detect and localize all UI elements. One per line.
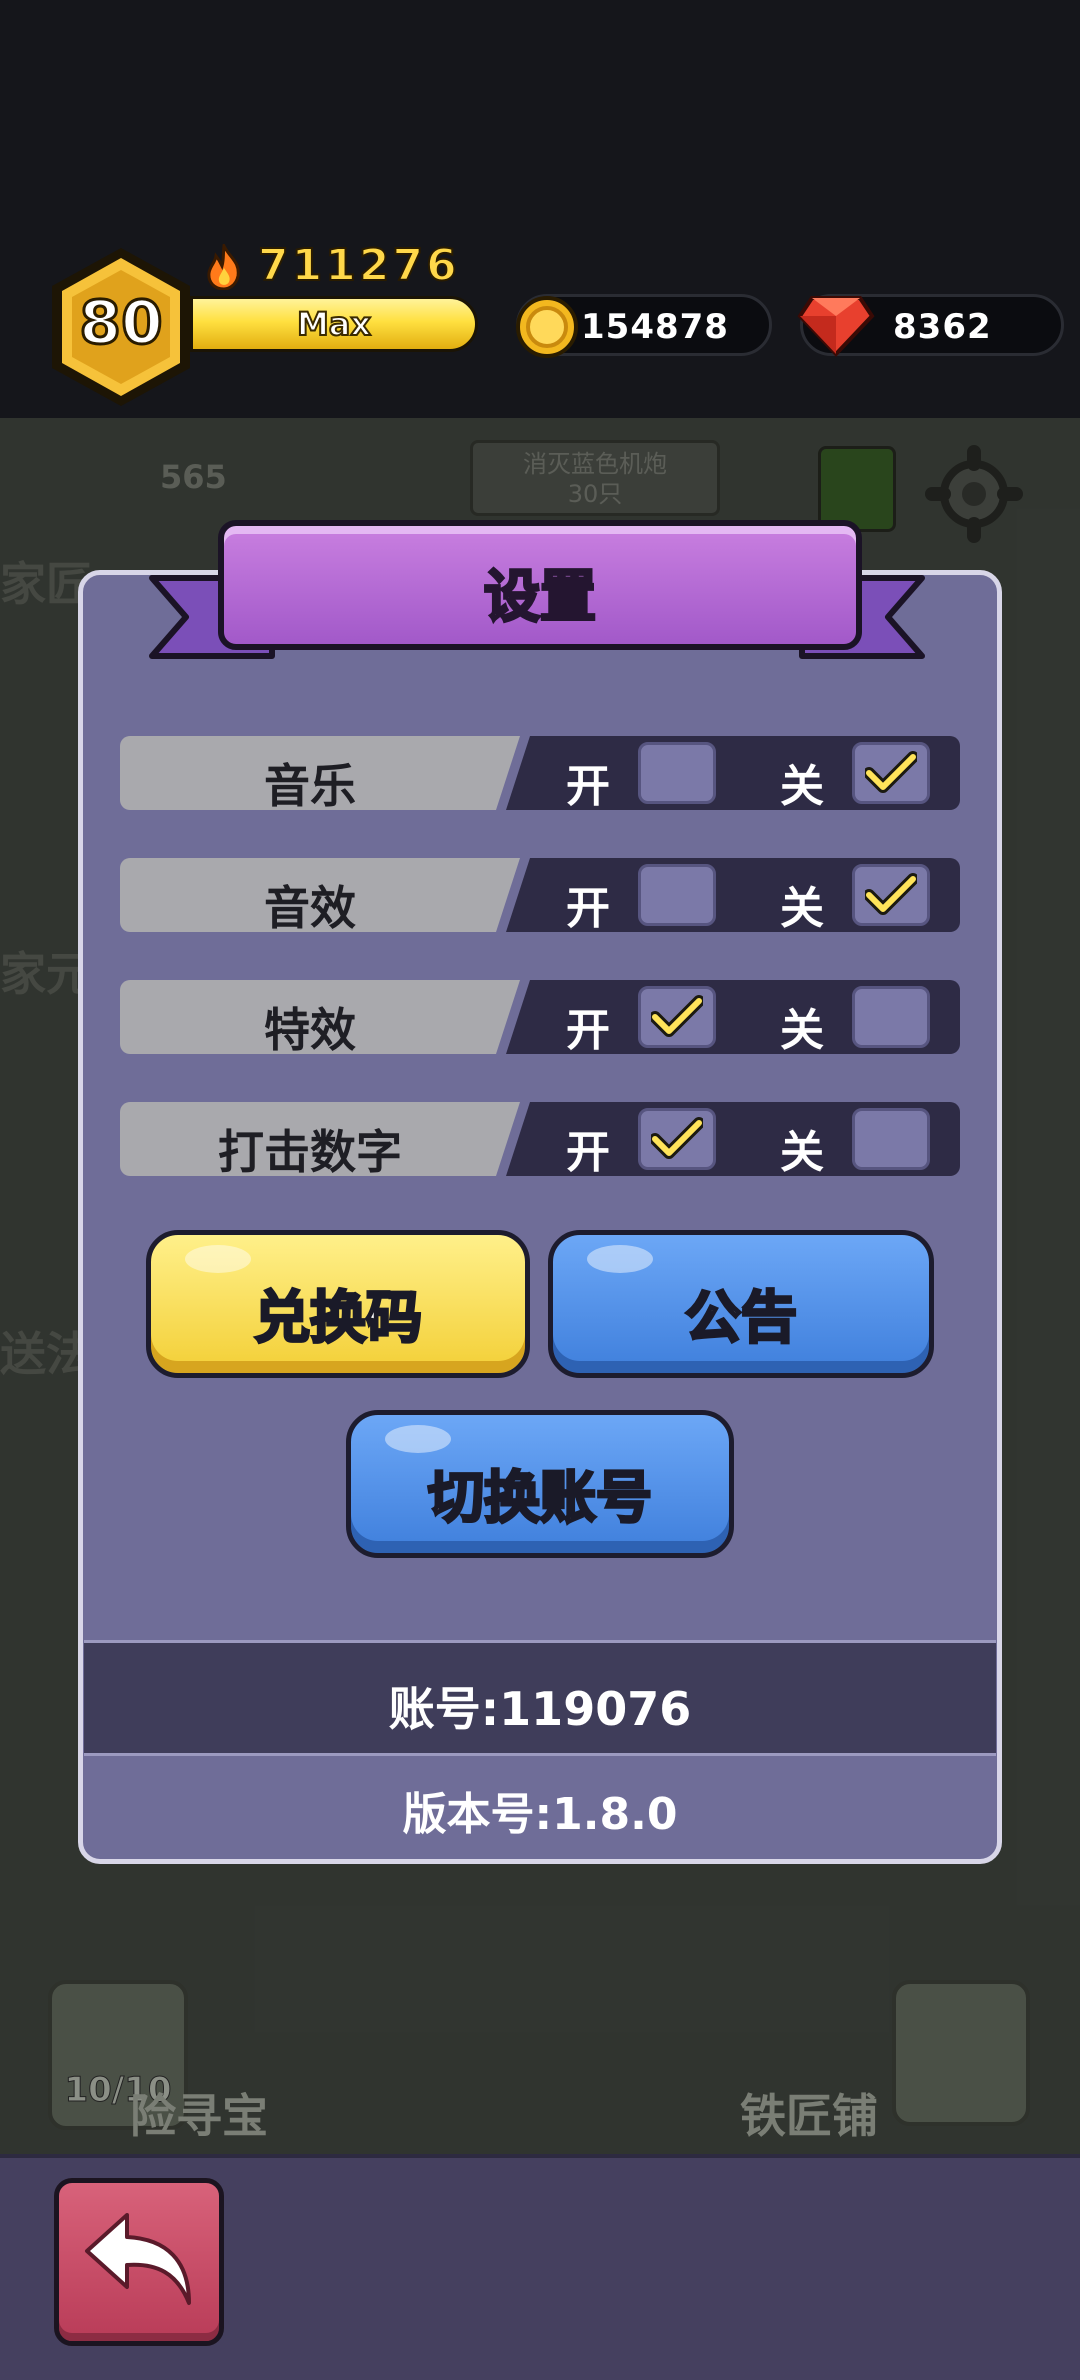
exp-bar: Max <box>190 296 478 352</box>
switch-account-button[interactable]: 切换账号 <box>346 1410 734 1558</box>
check-icon <box>865 873 917 915</box>
exp-label: Max <box>296 304 372 344</box>
on-label: 开 <box>566 883 610 934</box>
setting-row-damage-numbers: 打击数字 开 关 <box>120 1102 960 1179</box>
off-label: 关 <box>780 883 824 934</box>
power-value: 711276 <box>257 239 460 292</box>
notice-button[interactable]: 公告 <box>548 1230 934 1378</box>
return-arrow-icon <box>85 2213 191 2305</box>
settings-title: 设置 <box>483 564 598 632</box>
on-label: 开 <box>566 1127 610 1178</box>
damage-numbers-on-checkbox[interactable] <box>638 1108 716 1170</box>
account-id: 账号:119076 <box>388 1682 692 1736</box>
gem-icon <box>796 292 876 358</box>
top-hud: 80 711276 Max 154878 8362 <box>0 0 1080 418</box>
switch-account-label: 切换账号 <box>427 1465 654 1533</box>
version-number: 版本号:1.8.0 <box>402 1789 678 1840</box>
settings-title-banner: 设置 <box>142 520 932 680</box>
setting-row-effects: 特效 开 关 <box>120 980 960 1057</box>
check-icon <box>865 751 917 793</box>
setting-label-sound: 音效 <box>264 881 356 935</box>
smith-label: 铁匠铺 <box>740 2089 878 2143</box>
notice-label: 公告 <box>684 1285 799 1353</box>
setting-label-damage-numbers: 打击数字 <box>218 1125 402 1179</box>
back-button[interactable] <box>54 2178 224 2346</box>
account-strip: 账号:119076 <box>84 1640 996 1756</box>
check-icon <box>651 1117 703 1159</box>
effects-on-checkbox[interactable] <box>638 986 716 1048</box>
setting-row-sound: 音效 开 关 <box>120 858 960 935</box>
effects-off-checkbox[interactable] <box>852 986 930 1048</box>
damage-numbers-off-checkbox[interactable] <box>852 1108 930 1170</box>
on-label: 开 <box>566 1005 610 1056</box>
off-label: 关 <box>780 761 824 812</box>
sound-on-checkbox[interactable] <box>638 864 716 926</box>
redeem-code-label: 兑换码 <box>253 1285 424 1353</box>
redeem-code-button[interactable]: 兑换码 <box>146 1230 530 1378</box>
title-plate: 设置 <box>218 520 862 650</box>
fire-icon <box>204 241 244 291</box>
gem-value: 8362 <box>893 307 992 347</box>
off-label: 关 <box>780 1127 824 1178</box>
check-icon <box>651 995 703 1037</box>
level-badge: 80 <box>46 244 196 410</box>
adventure-label: 险寻宝 <box>130 2089 268 2143</box>
music-on-checkbox[interactable] <box>638 742 716 804</box>
gold-value: 154878 <box>581 307 729 347</box>
setting-row-music: 音乐 开 关 <box>120 736 960 813</box>
setting-label-music: 音乐 <box>264 759 356 813</box>
on-label: 开 <box>566 761 610 812</box>
music-off-checkbox[interactable] <box>852 742 930 804</box>
sound-off-checkbox[interactable] <box>852 864 930 926</box>
setting-label-effects: 特效 <box>264 1003 356 1057</box>
coin-icon <box>514 294 580 360</box>
smith-slot <box>892 1980 1030 2126</box>
off-label: 关 <box>780 1005 824 1056</box>
level-number: 80 <box>78 287 165 360</box>
